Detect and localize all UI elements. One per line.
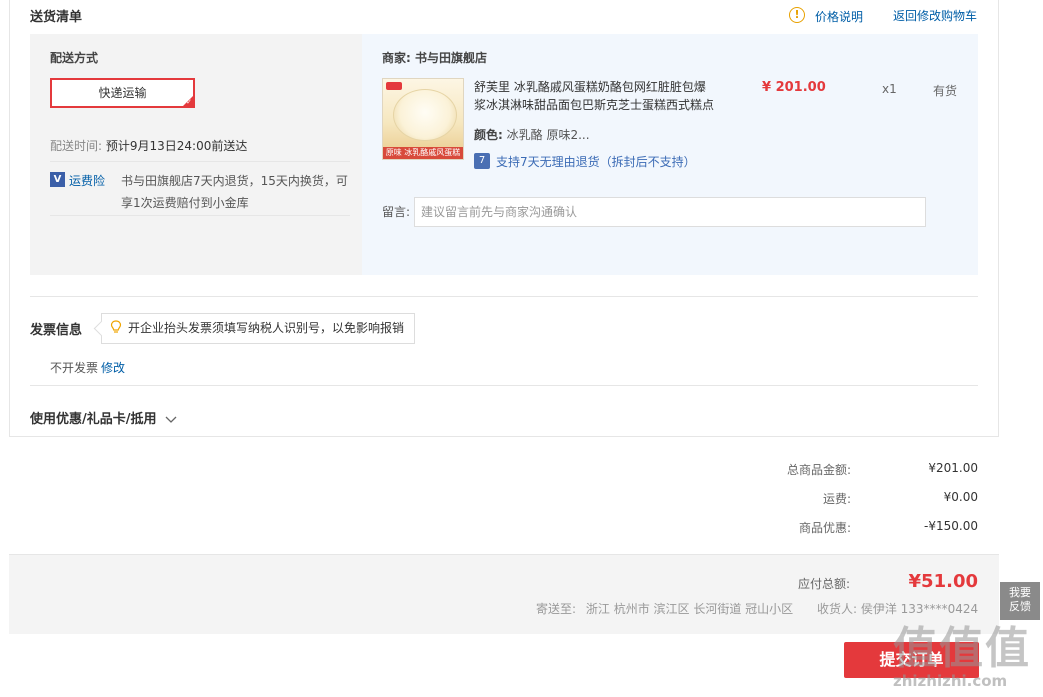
freight-label: 运费: [822, 492, 851, 506]
delivery-time-label: 配送时间: [50, 139, 103, 153]
invoice-title: 发票信息 [30, 323, 83, 338]
discount-label: 商品优惠: [798, 521, 851, 535]
discount-value: -¥150.00 [924, 519, 978, 533]
shipping-insurance-link[interactable]: 运费险 [69, 172, 105, 189]
chevron-down-icon [165, 416, 177, 423]
coupon-toggle[interactable]: 使用优惠/礼品卡/抵用 [30, 408, 177, 427]
invoice-edit-link[interactable]: 修改 [101, 359, 125, 376]
invoice-tip-text: 开企业抬头发票须填写纳税人识别号，以免影响报销 [128, 321, 405, 335]
divider [50, 161, 350, 162]
ship-to-label: 寄送至: [536, 602, 577, 616]
receiver-label: 收货人: [816, 602, 858, 616]
coupon-label: 使用优惠/礼品卡/抵用 [30, 412, 157, 427]
product-image-caption: 原味 冰乳酪戚风蛋糕 [383, 147, 463, 159]
product-color-value: 冰乳酪 原味2... [506, 128, 590, 142]
pay-total-label: 应付总额: [797, 577, 850, 591]
divider [30, 385, 978, 386]
shipping-insurance-icon: V [50, 172, 65, 187]
cake-image-icon [393, 89, 457, 141]
shipping-insurance-desc: 书与田旗舰店7天内退货，15天内换货，可 享1次运费赔付到小金库 [121, 170, 356, 214]
return-policy-icon: 7 [474, 153, 490, 169]
goods-total-value: ¥201.00 [928, 461, 978, 475]
product-color: 颜色: 冰乳酪 原味2... [474, 126, 590, 143]
pay-total-value: ¥51.00 [908, 571, 978, 592]
ship-to-address: 浙江 杭州市 滨江区 长河街道 冠山小区 [585, 602, 794, 616]
shipping-insurance-desc-line2: 享1次运费赔付到小金库 [121, 196, 249, 210]
product-name-line2: 浆冰淇淋味甜品面包巴斯克芝士蛋糕西式糕点 [474, 98, 715, 112]
product-quantity: x1 [882, 82, 897, 96]
brand-logo-icon [386, 82, 402, 90]
delivery-list-title: 送货清单 [30, 10, 83, 25]
invoice-status: 不开发票 [50, 361, 99, 375]
goods-total-label: 总商品金额: [786, 463, 851, 477]
feedback-line1: 我要 [1009, 586, 1031, 599]
stock-status: 有货 [933, 84, 958, 98]
product-color-label: 颜色: [474, 128, 503, 142]
return-policy-text: 支持7天无理由退货（拆封后不支持） [496, 155, 696, 169]
express-shipping-label: 快递运输 [98, 86, 147, 100]
watermark-url: zhizhizhi.com [893, 672, 1008, 690]
back-to-cart-link[interactable]: 返回修改购物车 [893, 7, 977, 24]
product-image[interactable]: 原味 冰乳酪戚风蛋糕 [382, 78, 464, 160]
delivery-time-value: 预计9月13日24:00前送达 [105, 139, 248, 153]
product-price: ¥ 201.00 [762, 80, 826, 95]
payment-bar [9, 554, 999, 634]
divider [30, 296, 978, 297]
shop-name: 商家: 书与田旗舰店 [382, 51, 487, 65]
lightbulb-icon [110, 320, 122, 333]
product-name-line1: 舒芙里 冰乳酪戚风蛋糕奶酪包网红脏脏包爆 [474, 80, 706, 94]
divider [50, 215, 350, 216]
shipping-method-label: 配送方式 [50, 51, 99, 65]
warning-circle-icon: ! [789, 7, 805, 23]
delivery-time: 配送时间: 预计9月13日24:00前送达 [50, 137, 247, 154]
checkmark-icon: ✓ [186, 98, 192, 106]
shipping-insurance-desc-line1: 书与田旗舰店7天内退货，15天内换货，可 [121, 174, 348, 188]
memo-input[interactable] [414, 197, 926, 227]
memo-label: 留言: [382, 205, 411, 219]
invoice-tip: 开企业抬头发票须填写纳税人识别号，以免影响报销 [101, 313, 416, 344]
freight-value: ¥0.00 [943, 490, 978, 504]
express-shipping-option[interactable]: 快递运输 ✓ [50, 78, 195, 108]
shipping-panel [30, 34, 362, 275]
product-name-link[interactable]: 舒芙里 冰乳酪戚风蛋糕奶酪包网红脏脏包爆 浆冰淇淋味甜品面包巴斯克芝士蛋糕西式糕… [474, 78, 724, 114]
watermark-logo: 值值值 [893, 623, 1031, 674]
price-explanation-link[interactable]: 价格说明 [815, 8, 863, 25]
